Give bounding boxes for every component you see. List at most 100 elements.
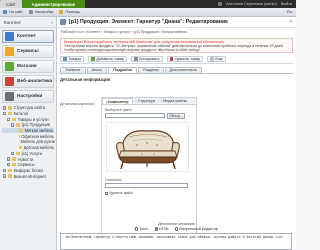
delete-file-checkbox[interactable]: Удалить файл xyxy=(105,191,133,195)
more-button[interactable]: Еще xyxy=(207,56,227,62)
image-source-tabs: ▪ Компьютер ▫ Структура ▫ Медиа-файлы xyxy=(102,98,196,105)
list-icon xyxy=(63,57,67,61)
catalog-icon xyxy=(60,19,66,25)
home-icon xyxy=(3,10,7,14)
radio-icon[interactable] xyxy=(134,227,139,231)
add-icon xyxy=(91,57,95,61)
checkbox[interactable] xyxy=(105,191,108,195)
help-button[interactable]: Помощь xyxy=(59,10,80,14)
language-switch[interactable]: Ru xyxy=(287,10,296,14)
trial-alert: Внимание! Воспользуйтесь технологией Ком… xyxy=(60,38,293,53)
tab-details[interactable]: Подробно xyxy=(108,66,138,73)
mode-visual-editor-radio[interactable]: Визуальный редактор xyxy=(175,227,218,231)
folder-icon xyxy=(7,174,13,178)
settings-button[interactable]: Настройки xyxy=(28,10,53,14)
alert-line-3[interactable]: Чтобы купить полнофункциональную версию … xyxy=(64,48,289,52)
description-title: Детальное описание xyxy=(158,222,195,226)
sofa-image xyxy=(116,130,180,170)
module-web-analytics[interactable]: Веб-аналитика xyxy=(2,75,54,88)
collapse-tree-icon[interactable]: − xyxy=(3,111,7,116)
services-icon xyxy=(5,47,14,56)
tab-administration[interactable]: Администрирование xyxy=(21,0,86,8)
radio-icon[interactable] xyxy=(175,227,179,231)
favorite-star-icon[interactable]: ★ xyxy=(289,19,293,25)
mode-html-radio[interactable]: HTML xyxy=(154,227,169,231)
expand-icon[interactable]: + xyxy=(11,151,15,155)
folder-icon xyxy=(19,145,23,150)
module-settings[interactable]: Настройки xyxy=(2,90,54,103)
edit-tabs: Элемент Анонс Подробно Разделы Дополните… xyxy=(60,66,293,74)
settings-icon xyxy=(5,92,14,101)
sidebar: Контент « Контент Сервисы Магазин Веб-ан… xyxy=(0,17,57,250)
module-shop[interactable]: Магазин xyxy=(2,60,54,73)
element-toolbar: Товары Добавить товар Копировать Удалить… xyxy=(60,56,293,64)
delete-product-button[interactable]: Удалить товар xyxy=(166,56,204,62)
content-tree: + Структура сайта − Каталог − Товары и услу… xyxy=(2,105,55,179)
admin-panel-bar: На сайт Настройки Помощь Ru xyxy=(0,8,296,17)
breadcrumb[interactable]: Рабочий стол › Контент › Товары и услуги… xyxy=(57,28,296,36)
expand-icon[interactable]: + xyxy=(3,106,7,110)
mode-text-radio[interactable]: Текст xyxy=(134,227,149,231)
copy-button[interactable]: Копировать xyxy=(131,56,163,62)
caption-input[interactable] xyxy=(105,183,188,188)
folder-icon xyxy=(11,157,17,161)
product-image xyxy=(106,122,189,172)
tab-element[interactable]: Элемент xyxy=(60,66,86,73)
logout-link[interactable]: Выйти xyxy=(281,2,292,6)
tab-announcement[interactable]: Анонс xyxy=(86,66,108,73)
folder-icon xyxy=(15,151,21,156)
top-bar: Сайт Администрирование Антонина Сергеевн… xyxy=(0,0,296,8)
tree-item-business-internet[interactable]: + Бизнес-Интернет xyxy=(2,173,54,179)
page-title: [p1] Продукция: Элемент: Гарнитур "Диана… xyxy=(69,19,229,25)
section-title: Детальная информация xyxy=(60,77,111,82)
file-label: Выберите файл xyxy=(105,108,132,112)
collapse-tree-icon[interactable]: − xyxy=(11,123,15,127)
source-tab-media[interactable]: ▫ Медиа-файлы xyxy=(158,98,190,104)
tab-sections[interactable]: Разделы xyxy=(138,66,164,73)
goods-list-button[interactable]: Товары xyxy=(60,56,85,62)
tree-item-goods[interactable]: − Товары и услуги xyxy=(2,116,54,122)
collapse-tree-icon[interactable]: − xyxy=(7,117,11,121)
delete-icon xyxy=(169,57,174,61)
collapse-icon[interactable]: « xyxy=(50,20,53,25)
go-to-site-button[interactable]: На сайт xyxy=(3,10,23,14)
folder-icon xyxy=(7,106,13,110)
module-content[interactable]: Контент xyxy=(2,30,54,43)
page-header: [p1] Продукция: Элемент: Гарнитур "Диана… xyxy=(57,17,296,28)
folder-icon xyxy=(7,111,13,116)
copy-icon xyxy=(134,57,138,61)
user-name[interactable]: Антонина Сергеевна (admin) xyxy=(226,2,277,6)
gear-icon xyxy=(28,10,33,14)
radio-icon[interactable] xyxy=(154,227,158,231)
expand-icon[interactable]: + xyxy=(7,163,11,167)
description-mode: Текст HTML Визуальный редактор xyxy=(57,227,296,231)
user-icon xyxy=(218,2,223,6)
more-icon xyxy=(210,57,214,61)
expand-icon[interactable]: + xyxy=(3,168,7,172)
folder-icon xyxy=(19,128,24,133)
caption-label: Описание: xyxy=(105,178,123,182)
help-icon xyxy=(59,10,64,14)
content-icon xyxy=(5,32,14,41)
folder-icon xyxy=(15,123,21,127)
folder-icon xyxy=(19,134,20,138)
computer-icon: ▪ xyxy=(106,99,108,104)
description-textarea[interactable]: <p>Элегантный гарнитур с изогнутыми лини… xyxy=(60,233,292,250)
source-tab-computer[interactable]: ▪ Компьютер xyxy=(102,98,133,104)
add-product-button[interactable]: Добавить товар xyxy=(88,56,128,62)
module-services[interactable]: Сервисы xyxy=(2,45,54,58)
media-icon: ▫ xyxy=(160,99,163,103)
image-upload-box: ▪ Компьютер ▫ Структура ▫ Медиа-файлы Выбер… xyxy=(101,97,197,237)
source-tab-structure[interactable]: ▫ Структура xyxy=(133,98,158,104)
expand-icon[interactable]: + xyxy=(7,157,11,161)
analytics-icon xyxy=(5,77,14,86)
folder-icon xyxy=(11,117,17,121)
folder-icon: ▫ xyxy=(135,99,137,103)
detail-image-label: Детальная картинка: xyxy=(60,102,95,106)
sidebar-title: Контент « xyxy=(0,17,56,28)
file-input[interactable] xyxy=(105,113,165,118)
tab-site[interactable]: Сайт xyxy=(0,0,22,8)
browse-button[interactable]: Обзор... xyxy=(167,112,185,119)
expand-icon[interactable]: + xyxy=(3,174,7,178)
tab-additional[interactable]: Дополнительно xyxy=(164,66,202,73)
